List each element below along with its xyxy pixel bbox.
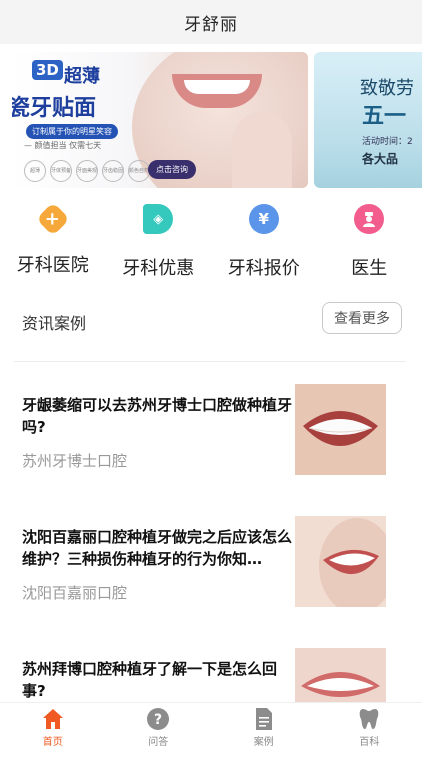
- tab-cases[interactable]: 案例: [211, 703, 317, 751]
- category-label: 牙科报价: [228, 254, 300, 280]
- tab-label: 案例: [254, 733, 274, 748]
- tab-home[interactable]: 首页: [0, 703, 106, 751]
- svg-text:?: ?: [154, 712, 162, 728]
- banner-title-line2: 瓷牙贴面: [12, 90, 96, 122]
- bottom-tab-bar: 首页 ? 问答 案例 百科: [0, 702, 422, 751]
- tab-label: 首页: [43, 733, 63, 748]
- feature-icon: 牙齿稳固: [102, 160, 124, 182]
- smile-image: [295, 384, 386, 475]
- banner2-line1: 致敬劳: [360, 74, 414, 100]
- section-title: 资讯案例: [22, 310, 86, 334]
- category-label: 医生: [351, 254, 387, 280]
- view-more-button[interactable]: 查看更多: [322, 302, 402, 334]
- news-section-header: 资讯案例 查看更多: [0, 300, 422, 340]
- article-title: 沈阳百嘉丽口腔种植牙做完之后应该怎么维护？三种损伤种植牙的行为你知…: [22, 526, 292, 570]
- category-label: 牙科医院: [17, 251, 89, 277]
- banner2-line4: 各大品: [362, 150, 398, 167]
- category-dental-hospital[interactable]: + 牙科医院: [0, 198, 106, 280]
- banner2-line2: 五一: [362, 98, 406, 130]
- feature-icon: 颜色自然: [128, 160, 150, 182]
- discount-tag-icon: ◈: [143, 204, 173, 234]
- document-icon: [252, 707, 276, 731]
- banner-slide-veneer[interactable]: 3D 超薄 瓷牙贴面 订制属于你的明星笑容 — 颜值担当 仅需七天 超薄 牙体预…: [12, 52, 308, 188]
- question-icon: ?: [146, 707, 170, 731]
- page-title: 牙舒丽: [184, 10, 238, 35]
- article-title: 牙龈萎缩可以去苏州牙博士口腔做种植牙吗?: [22, 394, 292, 438]
- hospital-plus-icon: +: [36, 202, 70, 236]
- article-thumbnail: [295, 384, 386, 475]
- category-dental-price[interactable]: ¥ 牙科报价: [211, 198, 317, 280]
- app-header: 牙舒丽: [0, 0, 422, 44]
- tab-wiki[interactable]: 百科: [317, 703, 422, 751]
- category-dental-discount[interactable]: ◈ 牙科优惠: [106, 198, 212, 280]
- divider: [14, 361, 406, 362]
- smile-image: [295, 648, 386, 702]
- yen-price-icon: ¥: [249, 204, 279, 234]
- doctor-icon: [354, 204, 384, 234]
- article-item[interactable]: 牙龈萎缩可以去苏州牙博士口腔做种植牙吗? 苏州牙博士口腔: [0, 384, 422, 494]
- article-source: 沈阳百嘉丽口腔: [22, 582, 127, 603]
- article-source: 苏州牙博士口腔: [22, 450, 127, 471]
- feature-icon: 超薄: [24, 160, 46, 182]
- article-item[interactable]: 沈阳百嘉丽口腔种植牙做完之后应该怎么维护？三种损伤种植牙的行为你知… 沈阳百嘉丽…: [0, 516, 422, 626]
- yen-glyph: ¥: [259, 210, 269, 228]
- doctor-glyph: [361, 211, 377, 227]
- article-thumbnail: [295, 648, 386, 702]
- banner-carousel[interactable]: 3D 超薄 瓷牙贴面 订制属于你的明星笑容 — 颜值担当 仅需七天 超薄 牙体预…: [0, 52, 422, 188]
- category-doctor[interactable]: 医生: [317, 198, 422, 280]
- banner-title-line1: 超薄: [64, 62, 100, 88]
- article-thumbnail: [295, 516, 386, 607]
- banner-subtitle: — 颜值担当 仅需七天: [24, 140, 101, 151]
- feature-icon: 牙面美观: [76, 160, 98, 182]
- plus-glyph: +: [45, 209, 60, 230]
- category-label: 牙科优惠: [122, 254, 194, 280]
- banner2-line3: 活动时间：2: [362, 134, 413, 147]
- tab-qa[interactable]: ? 问答: [106, 703, 212, 751]
- banner-3d-badge: 3D: [32, 60, 63, 80]
- tab-label: 百科: [359, 733, 379, 748]
- smile-image: [295, 516, 386, 607]
- tooth-icon: [357, 707, 381, 731]
- article-title: 苏州拜博口腔种植牙了解一下是怎么回事?: [22, 658, 292, 702]
- feature-icon: 牙体预备少: [50, 160, 72, 182]
- banner-teeth-image: [184, 80, 250, 94]
- banner-feature-icons: 超薄 牙体预备少 牙面美观 牙齿稳固 颜色自然: [24, 160, 150, 182]
- banner-hand-image: [232, 112, 292, 188]
- tag-glyph: ◈: [153, 212, 163, 227]
- banner-slide-mayday[interactable]: 致敬劳 五一 活动时间：2 各大品: [314, 52, 422, 188]
- banner-consult-button[interactable]: 点击咨询: [148, 160, 196, 179]
- home-icon: [41, 707, 65, 731]
- tab-label: 问答: [148, 733, 168, 748]
- banner-pill: 订制属于你的明星笑容: [26, 124, 118, 139]
- category-grid: + 牙科医院 ◈ 牙科优惠 ¥ 牙科报价 医生: [0, 198, 422, 280]
